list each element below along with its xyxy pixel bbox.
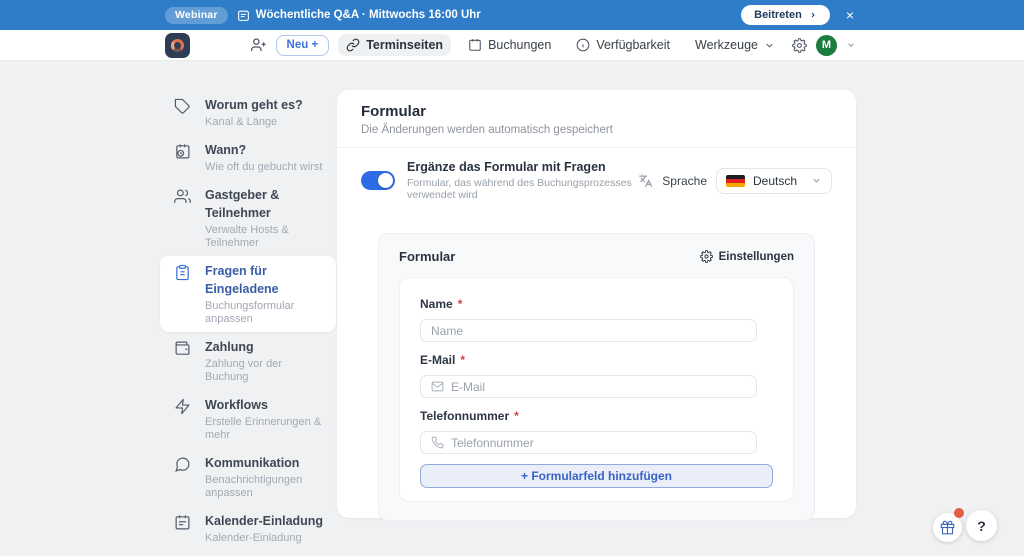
sidebar-item-worum-geht-es[interactable]: Worum geht es? Kanal & Länge (160, 90, 336, 135)
wallet-icon (174, 340, 192, 357)
app-logo[interactable] (165, 32, 190, 58)
users-icon (174, 188, 192, 205)
help-button[interactable]: ? (966, 510, 997, 541)
webinar-banner: Webinar Wöchentliche Q&A · Mittwochs 16:… (0, 0, 1024, 30)
sidebar-item-wann[interactable]: Wann? Wie oft du gebucht wirst (160, 135, 336, 180)
calendar-icon (469, 39, 481, 51)
language-control: Sprache Deutsch (638, 167, 832, 194)
account-chevron-down-icon[interactable] (846, 40, 856, 50)
sidebar-item-kommunikation[interactable]: Kommunikation Benachrichtigungen anpassen (160, 448, 336, 506)
field-phone: Telefonnummer * Telefonnummer (420, 407, 773, 454)
field-label: Name (420, 297, 453, 311)
chat-icon (174, 456, 192, 473)
phone-input[interactable]: Telefonnummer (420, 431, 757, 454)
required-marker: * (514, 409, 519, 423)
calendar-clock-icon (174, 143, 192, 160)
language-value: Deutsch (753, 173, 798, 188)
required-marker: * (457, 297, 463, 311)
germany-flag-icon (726, 174, 745, 187)
main-nav: Neu + Terminseiten Buchungen Verfügbarke… (250, 34, 856, 56)
phone-icon (431, 436, 444, 449)
form-toggle-row: Ergänze das Formular mit Fragen Formular… (337, 148, 856, 201)
tab-werkzeuge[interactable]: Werkzeuge (687, 34, 783, 56)
form-questions-toggle[interactable] (361, 171, 395, 190)
form-settings-button[interactable]: Einstellungen (699, 250, 794, 263)
webinar-badge: Webinar (165, 6, 228, 24)
close-banner-icon[interactable]: × (846, 8, 854, 22)
chevron-down-icon (813, 178, 820, 183)
sidebar-item-zahlung[interactable]: Zahlung Zahlung vor der Buchung (160, 332, 336, 390)
zap-icon (174, 398, 192, 415)
tab-terminseiten[interactable]: Terminseiten (338, 34, 452, 56)
tab-verfuegbarkeit[interactable]: Verfügbarkeit (568, 34, 678, 56)
tab-buchungen[interactable]: Buchungen (460, 34, 559, 56)
autosave-note: Die Änderungen werden automatisch gespei… (361, 124, 613, 136)
sidebar-item-gastgeber-teilnehmer[interactable]: Gastgeber & Teilnehmer Verwalte Hosts & T… (160, 180, 336, 256)
required-marker: * (460, 353, 466, 367)
avatar[interactable]: M (816, 34, 837, 56)
clipboard-icon (174, 264, 192, 281)
app-header: Neu + Terminseiten Buchungen Verfügbarke… (0, 30, 1024, 61)
add-form-field-button[interactable]: + Formularfeld hinzufügen (420, 464, 773, 488)
sidebar-item-fragen-fuer-eingeladene[interactable]: Fragen für Eingeladene Buchungsformular a… (160, 256, 336, 332)
gear-icon (699, 250, 713, 263)
form-fields-panel: Name * Name E-Mail * E-Mail Telefonnummer *… (399, 277, 794, 502)
page-title: Formular (361, 103, 427, 120)
email-input[interactable]: E-Mail (420, 375, 757, 398)
sidebar-item-workflows[interactable]: Workflows Erstelle Erinnerungen & mehr (160, 390, 336, 448)
info-circle-icon (576, 38, 590, 52)
form-preview-card: Formular Einstellungen Name * Name E-Mail… (378, 233, 815, 521)
language-label: Sprache (662, 173, 707, 188)
chevron-down-icon (766, 43, 773, 48)
link-icon (346, 38, 360, 52)
language-select[interactable]: Deutsch (716, 167, 832, 194)
field-name: Name * Name (420, 295, 773, 342)
translate-icon (638, 173, 653, 188)
panel-header: Formular Die Änderungen werden automatis… (337, 90, 856, 148)
toggle-label: Ergänze das Formular mit Fragen (407, 160, 606, 174)
tag-icon (174, 98, 192, 115)
join-webinar-button[interactable]: Beitreten (741, 5, 830, 25)
calendar-invite-icon (174, 514, 192, 531)
name-input[interactable]: Name (420, 319, 757, 342)
settings-sidebar: Worum geht es? Kanal & Länge Wann? Wie oft… (160, 90, 336, 556)
gift-icon (940, 520, 955, 535)
banner-title: Wöchentliche Q&A · Mittwochs 16:00 Uhr (237, 9, 481, 22)
toggle-knob (378, 173, 393, 188)
logo-ring-icon (171, 38, 184, 52)
sidebar-item-bestaetigungsseite[interactable]: BestätigungsseiteWeiterleitungen & mehr (160, 551, 336, 556)
notification-dot (954, 508, 964, 518)
event-calendar-icon (237, 9, 250, 22)
field-label: Telefonnummer (420, 409, 510, 423)
sidebar-item-kalender-einladung[interactable]: Kalender-Einladung Kalender-Einladung (160, 506, 336, 551)
formular-panel: Formular Die Änderungen werden automatis… (337, 90, 856, 521)
new-button[interactable]: Neu + (275, 34, 330, 56)
chevron-right-icon (811, 12, 815, 18)
gear-icon[interactable] (792, 37, 807, 53)
field-email: E-Mail * E-Mail (420, 351, 773, 398)
form-card-title: Formular (399, 249, 456, 264)
toggle-sublabel: Formular, das während des Buchungsprozes… (407, 177, 632, 201)
field-label: E-Mail (420, 353, 456, 367)
mail-icon (431, 381, 444, 392)
invite-user-icon[interactable] (250, 37, 267, 53)
